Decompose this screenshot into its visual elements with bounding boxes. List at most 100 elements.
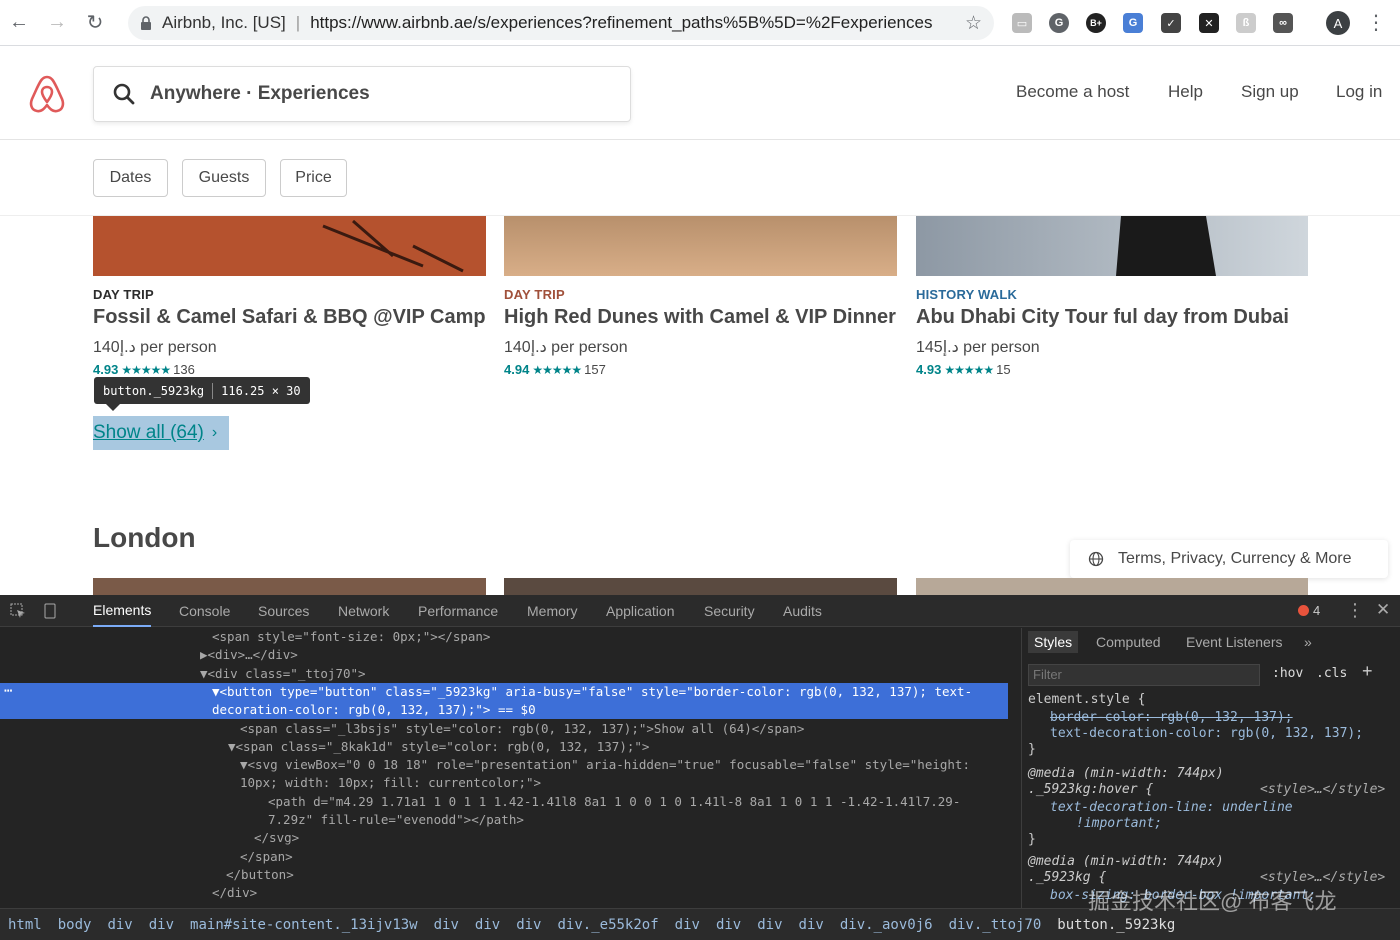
address-bar[interactable]: Airbnb, Inc. [US] | https://www.airbnb.a… <box>128 6 994 40</box>
extension-icon[interactable]: ✕ <box>1199 13 1219 33</box>
become-host-link[interactable]: Become a host <box>1016 82 1129 102</box>
dom-node-line[interactable]: ▼<button type="button" class="_5923kg" a… <box>0 682 1008 701</box>
tab-styles[interactable]: Styles <box>1028 631 1079 653</box>
tab-elements[interactable]: Elements <box>93 595 152 627</box>
site-identity[interactable]: Airbnb, Inc. [US] <box>162 13 286 33</box>
new-style-rule-icon[interactable]: + <box>1362 661 1373 682</box>
breadcrumb-item[interactable]: div <box>675 917 700 933</box>
dom-node-line[interactable]: <span style="font-size: 0px;"></span> <box>0 628 1008 646</box>
tab-security[interactable]: Security <box>704 595 755 627</box>
extension-icon[interactable]: G <box>1049 13 1069 33</box>
breadcrumb-item[interactable]: div._ttoj70 <box>949 917 1042 933</box>
style-property[interactable]: text-decoration-line: underline <box>1050 800 1293 816</box>
breadcrumb-item[interactable]: main#site-content._13ijv13w <box>190 917 418 933</box>
experience-image[interactable] <box>93 578 486 595</box>
terms-button[interactable]: Terms, Privacy, Currency & More <box>1070 540 1388 578</box>
more-actions-icon[interactable]: ⋯ <box>4 683 12 699</box>
back-icon[interactable]: ← <box>0 0 38 46</box>
tab-computed[interactable]: Computed <box>1096 634 1161 650</box>
extension-icon[interactable]: ▭ <box>1012 13 1032 33</box>
breadcrumb-item[interactable]: div <box>475 917 500 933</box>
experience-image[interactable] <box>916 578 1308 595</box>
tab-console[interactable]: Console <box>179 595 230 627</box>
star-icon[interactable]: ☆ <box>965 12 982 35</box>
tab-sources[interactable]: Sources <box>258 595 309 627</box>
breadcrumb-item[interactable]: div._aov0j6 <box>840 917 933 933</box>
airbnb-logo-icon[interactable] <box>28 74 66 114</box>
devtools-menu-icon[interactable]: ⋮ <box>1346 600 1364 621</box>
dates-filter-button[interactable]: Dates <box>93 159 168 197</box>
help-link[interactable]: Help <box>1168 82 1203 102</box>
dom-node-line[interactable]: decoration-color: rgb(0, 132, 137);"> ==… <box>0 701 1008 720</box>
tab-performance[interactable]: Performance <box>418 595 498 627</box>
chrome-menu-icon[interactable]: ⋮ <box>1366 10 1386 35</box>
tab-network[interactable]: Network <box>338 595 389 627</box>
hov-toggle[interactable]: :hov <box>1272 666 1303 681</box>
dom-node-line[interactable]: </svg> <box>0 829 1008 847</box>
breadcrumb-item[interactable]: div._e55k2of <box>558 917 659 933</box>
inspect-element-icon[interactable] <box>10 603 26 619</box>
experience-category: DAY TRIP <box>504 287 565 302</box>
sign-up-link[interactable]: Sign up <box>1241 82 1299 102</box>
breadcrumb-item[interactable]: div <box>716 917 741 933</box>
browser-toolbar: ← → ↻ Airbnb, Inc. [US] | https://www.ai… <box>0 0 1400 46</box>
device-toolbar-icon[interactable] <box>42 603 58 619</box>
forward-icon[interactable]: → <box>38 0 76 46</box>
styles-filter-input[interactable]: Filter <box>1028 664 1260 686</box>
dom-node-line[interactable]: </div> <box>0 884 1008 902</box>
breadcrumb-item[interactable]: div <box>516 917 541 933</box>
tab-event-listeners[interactable]: Event Listeners <box>1186 634 1283 650</box>
log-in-link[interactable]: Log in <box>1336 82 1382 102</box>
style-property[interactable]: border-color: rgb(0, 132, 137); <box>1050 710 1293 726</box>
rating-value: 4.93 <box>916 362 942 377</box>
experience-photo <box>1116 216 1216 276</box>
dom-node-line[interactable]: </button> <box>0 866 1008 884</box>
cls-toggle[interactable]: .cls <box>1316 666 1347 681</box>
dom-node-line[interactable]: ▶<div>…</div> <box>0 646 1008 664</box>
extension-icon[interactable]: B+ <box>1086 13 1106 33</box>
error-counter[interactable]: 4 <box>1298 603 1320 618</box>
breadcrumb-item[interactable]: body <box>58 917 92 933</box>
translate-icon[interactable]: G <box>1123 13 1143 33</box>
price-filter-button[interactable]: Price <box>280 159 347 197</box>
breadcrumb-item[interactable]: div <box>107 917 132 933</box>
show-all-button[interactable]: Show all (64) › <box>93 416 229 450</box>
breadcrumb-item[interactable]: div <box>757 917 782 933</box>
experience-image[interactable] <box>916 216 1308 276</box>
style-source-link[interactable]: <style>…</style> <box>1260 782 1385 798</box>
dom-node-line[interactable]: 7.29z" fill-rule="evenodd"></path> <box>0 811 1008 829</box>
address-separator: | <box>295 13 301 32</box>
dom-node-line[interactable]: ▼<div class="_ttoj70"> <box>0 665 1008 683</box>
breadcrumb-item[interactable]: div <box>149 917 174 933</box>
experience-image[interactable] <box>504 216 897 276</box>
dom-node-line[interactable]: ▼<span class="_8kak1d" style="color: rgb… <box>0 738 1008 756</box>
breadcrumb-item[interactable]: div <box>799 917 824 933</box>
tab-application[interactable]: Application <box>606 595 675 627</box>
breadcrumb-item[interactable]: div <box>434 917 459 933</box>
dom-node-line[interactable]: </span> <box>0 848 1008 866</box>
guests-filter-button[interactable]: Guests <box>182 159 266 197</box>
experience-image[interactable] <box>504 578 897 595</box>
close-icon[interactable]: ✕ <box>1376 600 1390 620</box>
dom-node-line[interactable]: ▼<svg viewBox="0 0 18 18" role="presenta… <box>0 756 1008 774</box>
extension-icon[interactable]: ß <box>1236 13 1256 33</box>
reload-icon[interactable]: ↻ <box>76 0 114 46</box>
avatar[interactable]: A <box>1326 11 1350 35</box>
dom-node-line[interactable]: <span class="_l3bsjs" style="color: rgb(… <box>0 720 1008 738</box>
more-tabs-icon[interactable]: » <box>1304 634 1312 650</box>
dom-node-line[interactable]: 10px; width: 10px; fill: currentcolor;"> <box>0 774 1008 792</box>
extension-icon[interactable]: ∞ <box>1273 13 1293 33</box>
tab-audits[interactable]: Audits <box>783 595 822 627</box>
search-input[interactable]: Anywhere · Experiences <box>93 66 631 122</box>
experience-title[interactable]: Fossil & Camel Safari & BBQ @VIP Camp <box>93 306 486 329</box>
pocket-icon[interactable]: ✓ <box>1161 13 1181 33</box>
style-property[interactable]: text-decoration-color: rgb(0, 132, 137); <box>1050 726 1363 742</box>
experience-title[interactable]: High Red Dunes with Camel & VIP Dinner <box>504 306 896 329</box>
experience-image[interactable] <box>93 216 486 276</box>
experience-title[interactable]: Abu Dhabi City Tour ful day from Dubai <box>916 306 1289 329</box>
breadcrumb-item[interactable]: html <box>8 917 42 933</box>
breadcrumb-item[interactable]: button._5923kg <box>1057 917 1175 933</box>
tab-memory[interactable]: Memory <box>527 595 578 627</box>
dom-node-line[interactable]: <path d="m4.29 1.71a1 1 0 1 1 1.42-1.41l… <box>0 793 1008 811</box>
url-text[interactable]: https://www.airbnb.ae/s/experiences?refi… <box>310 13 932 33</box>
